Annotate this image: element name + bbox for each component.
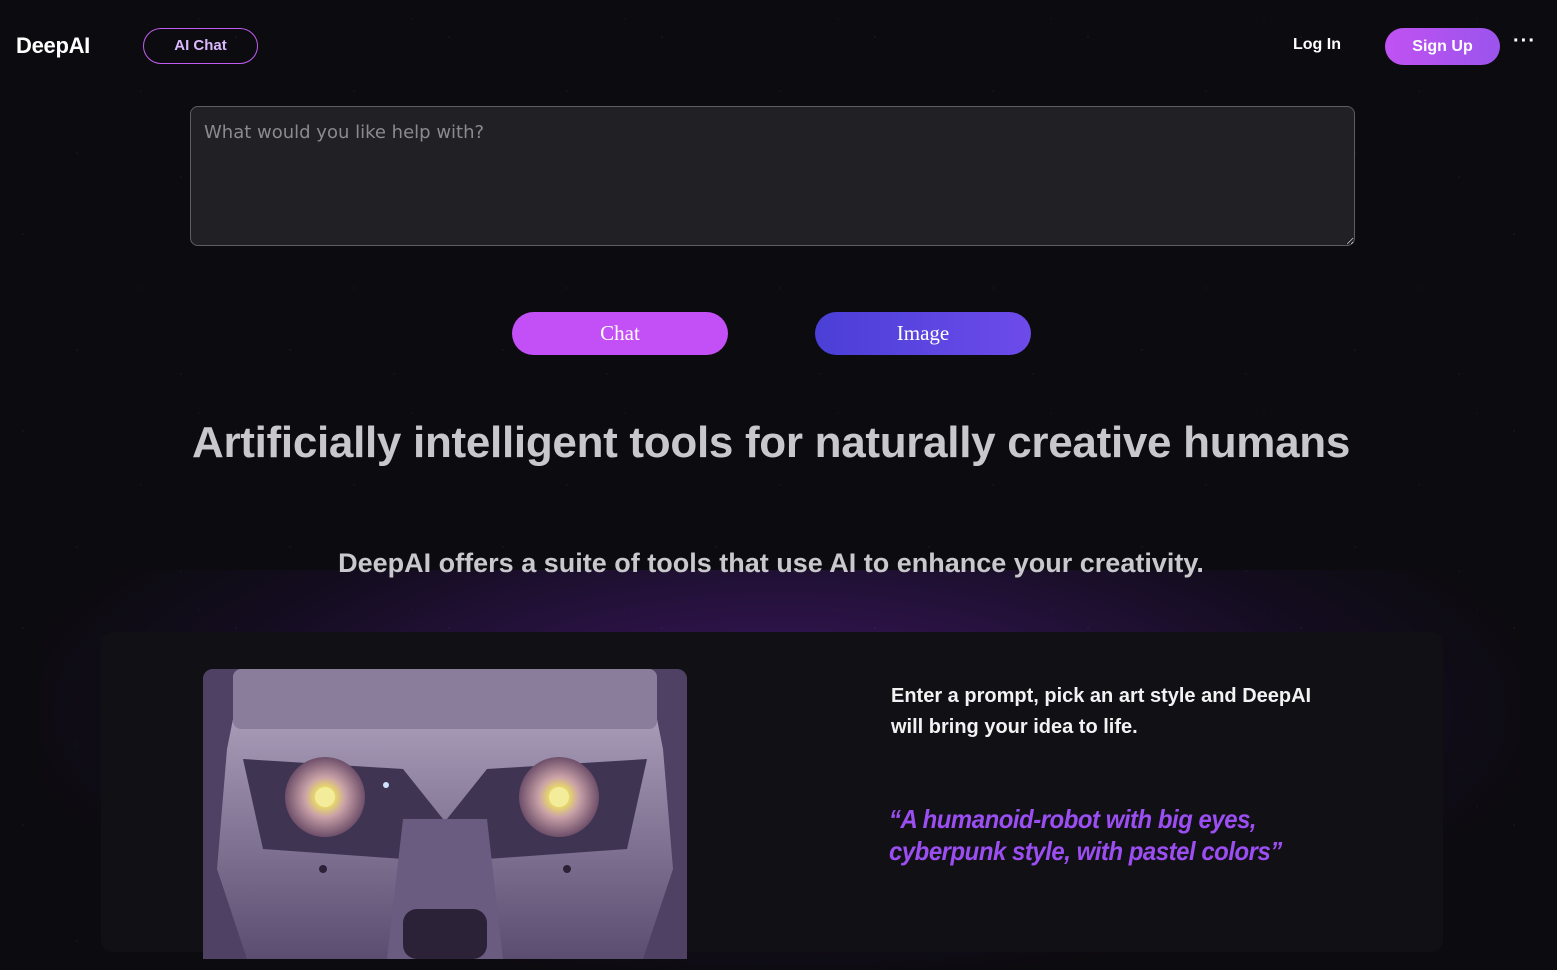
image-mode-button[interactable]: Image: [815, 312, 1031, 355]
deepai-logo[interactable]: DeepAI: [16, 33, 90, 59]
more-menu-icon[interactable]: ···: [1513, 30, 1536, 53]
prompt-input[interactable]: [190, 106, 1355, 246]
feature-description: Enter a prompt, pick an art style and De…: [891, 685, 1312, 738]
hero-headline: Artificially intelligent tools for natur…: [191, 418, 1351, 467]
robot-face-illustration: [203, 669, 687, 959]
chat-mode-button[interactable]: Chat: [512, 312, 728, 355]
example-prompt-quote: “A humanoid-robot with big eyes, cyberpu…: [889, 804, 1282, 866]
ai-chat-link[interactable]: AI Chat: [143, 28, 258, 64]
robot-face-image: [203, 669, 687, 959]
login-link[interactable]: Log In: [1293, 36, 1341, 54]
hero-subhead: DeepAI offers a suite of tools that use …: [338, 548, 1204, 578]
top-navigation: DeepAI AI Chat Log In Sign Up ···: [0, 0, 1557, 92]
signup-button[interactable]: Sign Up: [1385, 28, 1500, 65]
